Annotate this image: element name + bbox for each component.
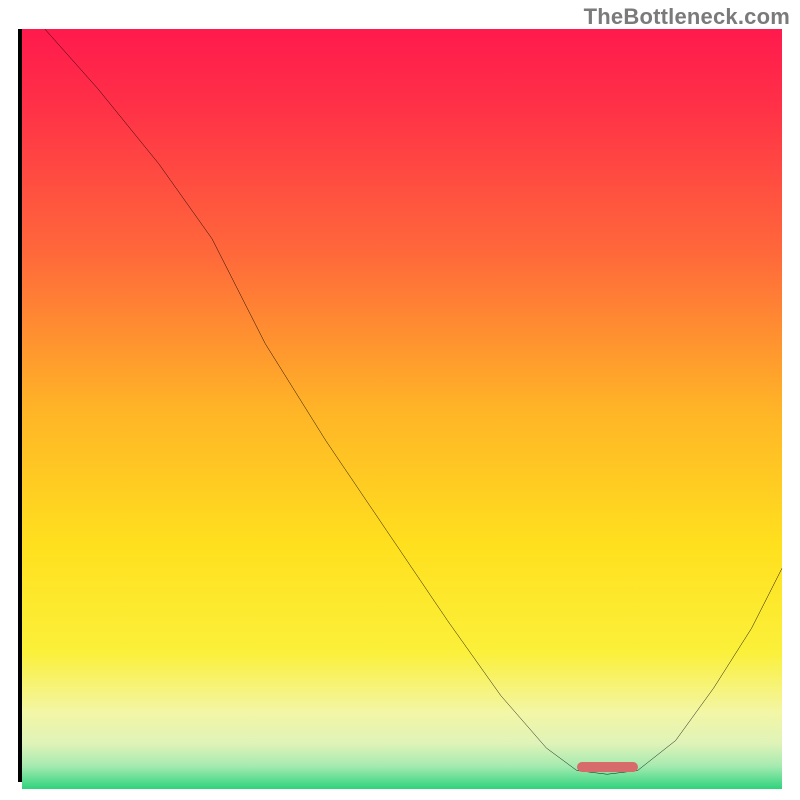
curve-layer: [22, 29, 782, 778]
chart-container: TheBottleneck.com: [0, 0, 800, 800]
bottleneck-curve: [45, 29, 782, 774]
plot-frame: [18, 29, 782, 782]
watermark-text: TheBottleneck.com: [584, 4, 790, 30]
optimal-range-marker: [577, 762, 638, 772]
